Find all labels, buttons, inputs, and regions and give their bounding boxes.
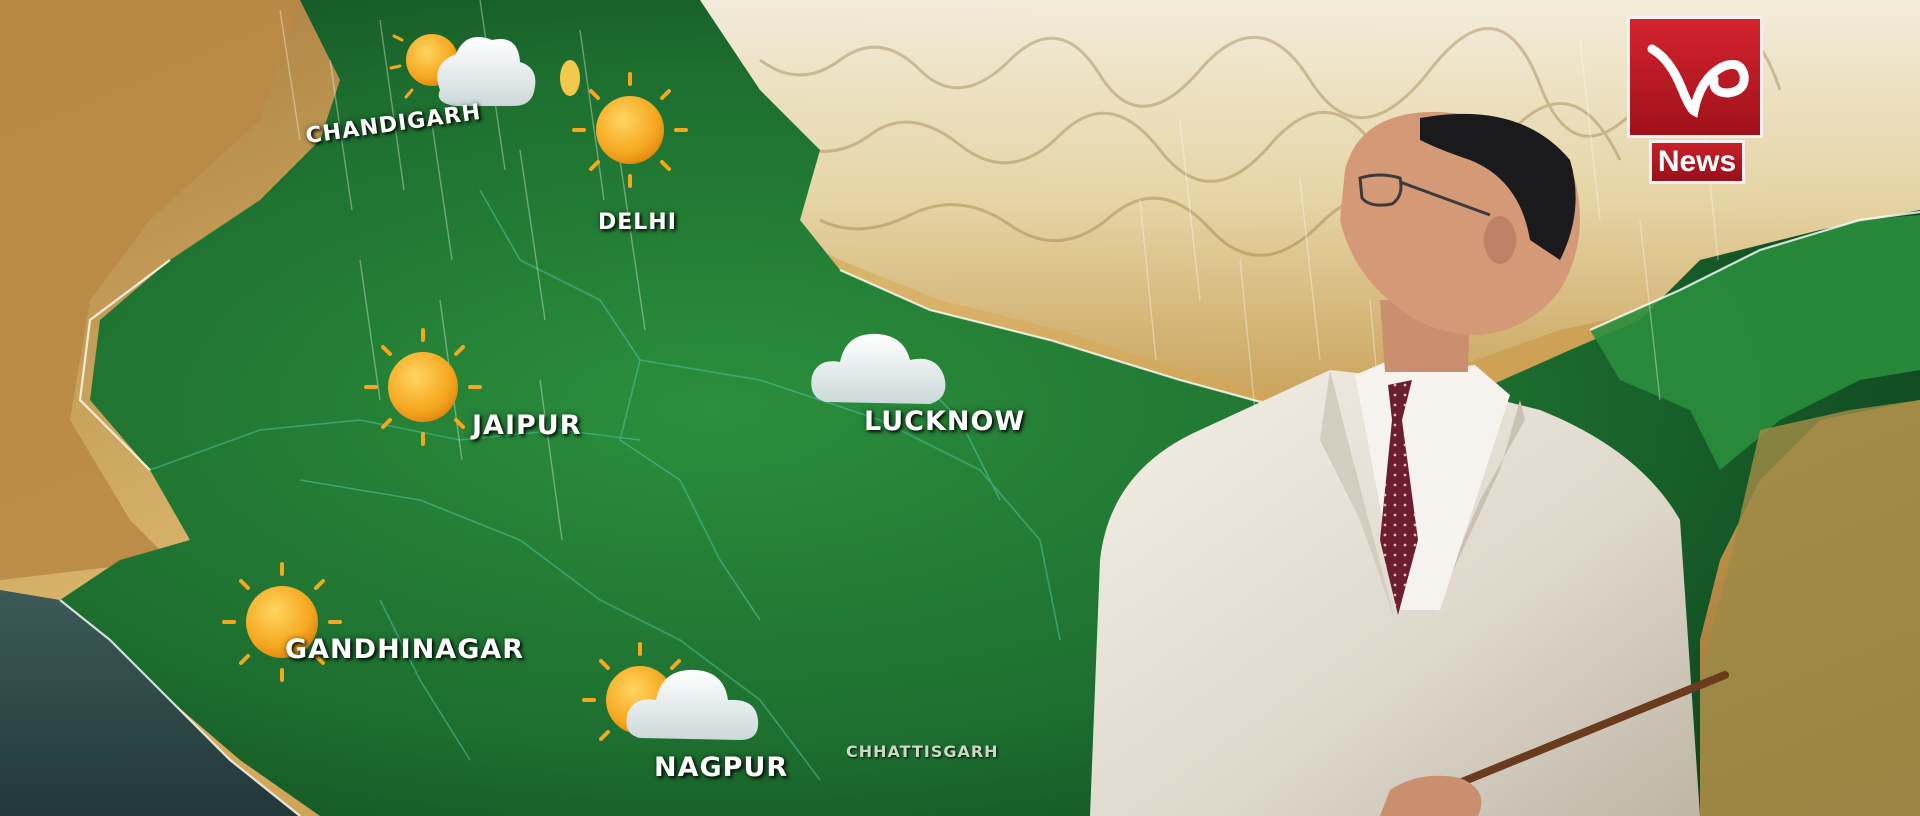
channel-logo: News: [1627, 16, 1763, 196]
vc-logo-mark-icon: [1647, 44, 1749, 118]
channel-logo-label: News: [1649, 140, 1745, 184]
city-label-lucknow: LUCKNOW: [864, 406, 1026, 437]
channel-logo-badge: [1627, 16, 1763, 138]
city-label-delhi: DELHI: [598, 210, 677, 235]
region-label-chhattisgarh: CHHATTISGARH: [846, 742, 999, 761]
city-label-nagpur: NAGPUR: [654, 752, 789, 783]
city-label-jaipur: JAIPUR: [472, 410, 582, 441]
map-marker-bead: [560, 60, 580, 96]
city-label-gandhinagar: GANDHINAGAR: [285, 634, 525, 665]
